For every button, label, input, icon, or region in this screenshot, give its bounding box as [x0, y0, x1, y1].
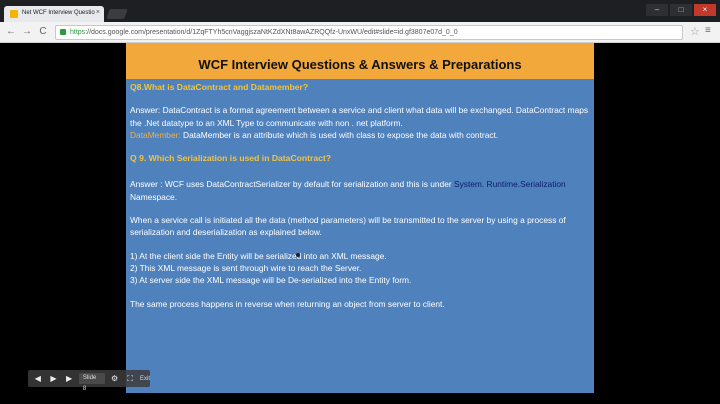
answer-8-text: Answer: DataContract is a format agreeme…	[130, 105, 589, 128]
slide-select-dropdown[interactable]: Slide 8	[78, 373, 105, 392]
answer-9-pre: Answer : WCF uses DataContractSerializer…	[130, 179, 454, 190]
next-slide-icon[interactable]: ▶	[63, 373, 75, 385]
datamember-definition: DataMember: DataMember is an attribute w…	[130, 129, 592, 141]
lock-icon	[60, 29, 66, 35]
serialization-steps: 1) At the client side the Entity will be…	[130, 250, 592, 287]
presenter-controls: ◀ ▶ ▶ Slide 8 ⚙ ⛶ Exit	[28, 370, 150, 392]
slide-header-band: WCF Interview Questions & Answers & Prep…	[126, 43, 594, 79]
answer-9: Answer : WCF uses DataContractSerializer…	[130, 178, 592, 203]
answer-8: Answer: DataContract is a format agreeme…	[130, 104, 592, 129]
slides-favicon-icon	[10, 10, 18, 18]
closing-text: The same process happens in reverse when…	[130, 298, 445, 309]
reload-icon[interactable]: C	[36, 25, 50, 39]
presentation-slide: WCF Interview Questions & Answers & Prep…	[126, 43, 594, 393]
back-arrow-icon[interactable]: ←	[4, 25, 18, 39]
step-3: 3) At server side the XML message will b…	[130, 275, 412, 286]
window-controls: – □ ×	[646, 4, 716, 16]
datamember-label: DataMember:	[130, 129, 181, 140]
browser-titlebar: Net WCF Interview Questio × – □ ×	[0, 0, 720, 22]
maximize-button[interactable]: □	[670, 4, 692, 16]
url-scheme: https	[70, 29, 86, 36]
namespace-name: System. Runtime.Serialization	[453, 179, 566, 190]
browser-tab[interactable]: Net WCF Interview Questio ×	[4, 6, 104, 22]
serialization-paragraph: When a service call is initiated all the…	[130, 215, 566, 238]
tab-close-icon[interactable]: ×	[96, 9, 100, 16]
step-2: 2) This XML message is sent through wire…	[130, 262, 362, 273]
close-window-button[interactable]: ×	[694, 4, 716, 16]
previous-slide-icon[interactable]: ◀	[32, 373, 44, 385]
fullscreen-icon[interactable]: ⛶	[124, 373, 136, 385]
step-1: 1) At the client side the Entity will be…	[130, 250, 387, 261]
play-icon[interactable]: ▶	[48, 373, 60, 385]
settings-gear-icon[interactable]: ⚙	[109, 373, 121, 385]
address-bar[interactable]: https://docs.google.com/presentation/d/1…	[55, 25, 683, 40]
bookmark-star-icon[interactable]: ☆	[690, 25, 700, 38]
browser-toolbar: ← → C https://docs.google.com/presentati…	[0, 22, 720, 43]
exit-button[interactable]: Exit	[140, 376, 150, 382]
browser-menu-icon[interactable]: ≡	[705, 25, 711, 36]
minimize-button[interactable]: –	[646, 4, 668, 16]
slide-title: WCF Interview Questions & Answers & Prep…	[198, 57, 522, 72]
slide-content: Q8.What is DataContract and Datamember? …	[130, 81, 592, 321]
question-9: Q 9. Which Serialization is used in Data…	[130, 153, 332, 164]
question-8: Q8.What is DataContract and Datamember?	[130, 82, 309, 92]
new-tab-button[interactable]	[106, 9, 128, 19]
forward-arrow-icon[interactable]: →	[20, 25, 34, 39]
answer-9-post: Namespace.	[130, 191, 178, 202]
tab-title: Net WCF Interview Questio	[22, 10, 95, 16]
datamember-text: DataMember is an attribute which is used…	[180, 129, 499, 140]
mouse-cursor-icon	[296, 253, 300, 257]
url-text: ://docs.google.com/presentation/d/1ZqFTY…	[85, 29, 458, 36]
